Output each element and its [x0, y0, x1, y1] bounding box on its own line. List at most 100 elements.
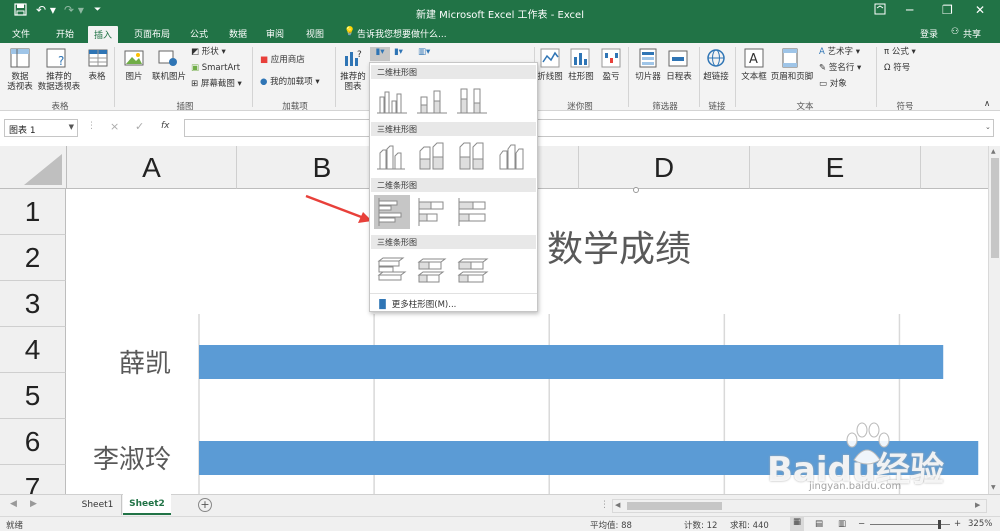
recommended-pivot-icon[interactable]: ? — [46, 48, 66, 71]
column-header-e[interactable]: E — [750, 146, 921, 189]
waterfall-chart-button[interactable]: ▥▾ — [418, 47, 430, 57]
table-icon[interactable] — [88, 48, 108, 71]
row-header-7[interactable]: 7 — [0, 465, 66, 494]
slicer-button[interactable]: 切片器 — [632, 72, 664, 82]
3d-100-stacked-bar-option[interactable] — [454, 253, 490, 287]
scroll-up-icon[interactable]: ▲ — [991, 148, 996, 155]
sheet-tab-sheet1[interactable]: Sheet1 — [74, 495, 122, 515]
hierarchy-chart-button[interactable]: ▮▾ — [394, 47, 403, 57]
pivot-table-button[interactable]: 数据 透视表 — [3, 72, 37, 92]
3d-100-stacked-column-option[interactable] — [454, 139, 490, 173]
name-box[interactable]: 图表 1 ▼ — [4, 119, 78, 137]
symbol-button[interactable]: Ω 符号 — [884, 63, 910, 73]
sparkline-column-icon[interactable] — [570, 48, 590, 71]
name-box-dropdown-icon[interactable]: ▼ — [69, 123, 74, 131]
zoom-in-icon[interactable]: + — [954, 519, 961, 529]
enter-icon[interactable]: ✓ — [135, 120, 144, 133]
tab-file[interactable]: 文件 — [12, 27, 30, 40]
formula-bar-grip[interactable]: ⋮ — [87, 121, 96, 131]
wordart-button[interactable]: A 艺术字 ▾ — [819, 47, 860, 57]
row-header-3[interactable]: 3 — [0, 281, 66, 327]
formula-input[interactable] — [184, 119, 994, 137]
screenshot-button[interactable]: ⊞ 屏幕截图 ▾ — [191, 79, 242, 89]
share-button[interactable]: 共享 — [963, 27, 981, 40]
tab-home[interactable]: 开始 — [56, 27, 74, 40]
textbox-icon[interactable]: A — [744, 48, 764, 71]
store-button[interactable]: ■ 应用商店 — [260, 55, 305, 65]
sparkline-column-button[interactable]: 柱形图 — [565, 72, 597, 82]
picture-icon[interactable] — [124, 48, 144, 71]
clustered-column-option[interactable] — [374, 83, 410, 117]
page-layout-view-icon[interactable]: ▤ — [815, 519, 823, 529]
column-header-f[interactable] — [921, 146, 988, 189]
normal-view-icon[interactable]: ▦ — [790, 517, 804, 531]
horizontal-scrollbar[interactable]: ◀ ▶ — [612, 499, 987, 513]
tab-formulas[interactable]: 公式 — [190, 27, 208, 40]
chart-bar-0[interactable] — [199, 345, 944, 379]
100-stacked-bar-option[interactable] — [454, 195, 490, 229]
sheet-tab-sheet2[interactable]: Sheet2 — [123, 494, 171, 515]
share-icon[interactable]: ⚇ — [951, 27, 959, 37]
restore-icon[interactable]: ❐ — [942, 3, 953, 17]
sparkline-winloss-icon[interactable] — [601, 48, 621, 71]
3d-clustered-bar-option[interactable] — [374, 253, 410, 287]
equation-button[interactable]: π 公式 ▾ — [884, 47, 916, 57]
3d-column-option[interactable] — [494, 139, 530, 173]
cancel-icon[interactable]: × — [110, 120, 119, 133]
online-pictures-button[interactable]: 联机图片 — [150, 72, 188, 82]
more-column-charts-link[interactable]: ▐▌ 更多柱形图(M)... — [376, 298, 456, 310]
add-sheet-icon[interactable]: + — [198, 498, 212, 512]
zoom-level[interactable]: 325% — [968, 519, 992, 529]
vertical-scrollbar[interactable]: ▲ ▼ — [988, 146, 1000, 494]
hyperlink-icon[interactable] — [706, 48, 726, 71]
pictures-button[interactable]: 图片 — [120, 72, 148, 82]
my-addins-button[interactable]: ● 我的加载项 ▾ — [260, 77, 320, 87]
row-header-6[interactable]: 6 — [0, 419, 66, 465]
recommended-charts-icon[interactable]: ? — [343, 48, 363, 71]
clustered-bar-option[interactable] — [374, 195, 410, 229]
column-header-a[interactable]: A — [67, 146, 237, 189]
scroll-down-icon[interactable]: ▼ — [991, 484, 996, 491]
insert-function-icon[interactable]: fx — [161, 121, 170, 131]
3d-clustered-column-option[interactable] — [374, 139, 410, 173]
page-break-view-icon[interactable]: ▥ — [838, 519, 846, 529]
slicer-icon[interactable] — [638, 48, 658, 71]
online-picture-icon[interactable] — [158, 48, 178, 71]
sparkline-line-icon[interactable] — [540, 48, 560, 71]
timeline-icon[interactable] — [668, 48, 688, 71]
tab-insert[interactable]: 插入 — [88, 26, 119, 43]
sparkline-line-button[interactable]: 折线图 — [534, 72, 566, 82]
tab-page-layout[interactable]: 页面布局 — [134, 27, 170, 40]
column-bar-chart-gallery[interactable]: 二维柱形图 三维柱形图 二维条形图 三维条形图 ▐▌ 更多柱形图(M)... — [369, 62, 538, 312]
object-button[interactable]: ▭ 对象 — [819, 79, 847, 89]
chart-title[interactable]: 数学成绩 — [547, 220, 691, 272]
stacked-bar-option[interactable] — [414, 195, 450, 229]
header-footer-button[interactable]: 页眉和页脚 — [770, 72, 814, 82]
tab-view[interactable]: 视图 — [306, 27, 324, 40]
row-header-4[interactable]: 4 — [0, 327, 66, 373]
sparkline-winloss-button[interactable]: 盈亏 — [598, 72, 624, 82]
tab-data[interactable]: 数据 — [229, 27, 247, 40]
collapse-ribbon-icon[interactable]: ∧ — [984, 99, 990, 109]
prev-sheet-icon[interactable]: ◀ — [10, 499, 17, 509]
select-all-corner[interactable] — [0, 146, 67, 189]
3d-stacked-column-option[interactable] — [414, 139, 450, 173]
pivot-table-icon[interactable] — [10, 48, 30, 71]
tell-me-box[interactable]: 告诉我您想要做什么... — [357, 27, 447, 40]
shapes-button[interactable]: ◩ 形状 ▾ — [191, 47, 226, 57]
smartart-button[interactable]: ▣ SmartArt — [191, 63, 240, 73]
signature-button[interactable]: ✎ 签名行 ▾ — [819, 63, 861, 73]
stacked-column-option[interactable] — [414, 83, 450, 117]
column-header-d[interactable]: D — [579, 146, 750, 189]
minimize-icon[interactable]: ─ — [906, 3, 913, 17]
scroll-left-icon[interactable]: ◀ — [615, 501, 620, 509]
hyperlink-button[interactable]: 超链接 — [700, 72, 732, 82]
column-chart-button[interactable]: ▮▾ — [370, 47, 390, 61]
tab-split-handle[interactable]: ⋮ — [600, 500, 609, 510]
scroll-right-icon[interactable]: ▶ — [975, 501, 980, 509]
row-header-2[interactable]: 2 — [0, 235, 66, 281]
timeline-button[interactable]: 日程表 — [663, 72, 695, 82]
expand-formula-icon[interactable]: ⌄ — [985, 123, 991, 131]
recommended-charts-button[interactable]: 推荐的 图表 — [337, 72, 369, 92]
recommended-pivot-button[interactable]: 推荐的 数据透视表 — [36, 72, 82, 92]
